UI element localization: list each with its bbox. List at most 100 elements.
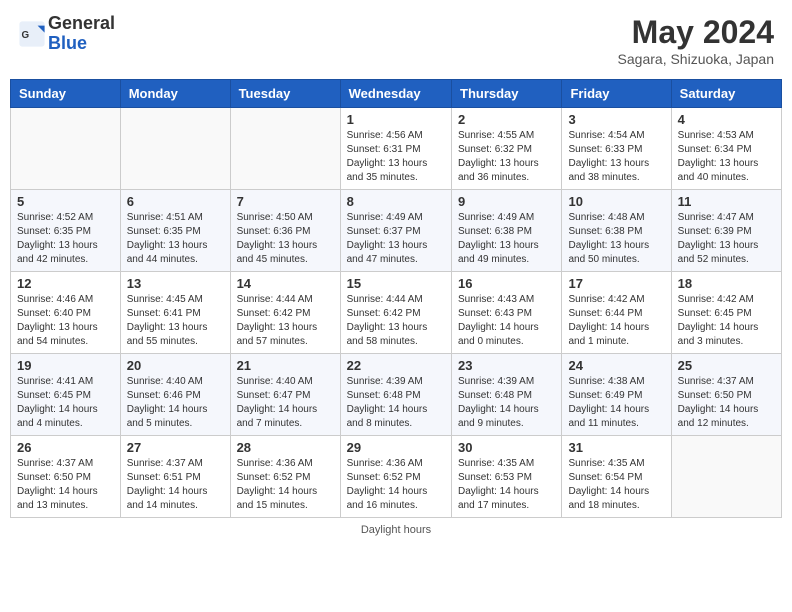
day-info: Sunrise: 4:40 AM Sunset: 6:46 PM Dayligh… [127,375,224,431]
day-header-friday: Friday [562,80,671,108]
day-number: 22 [347,358,445,373]
day-number: 31 [568,440,664,455]
calendar-cell: 2 Sunrise: 4:55 AM Sunset: 6:32 PM Daylig… [452,108,562,190]
logo-blue: Blue [48,33,87,53]
calendar-cell: 4 Sunrise: 4:53 AM Sunset: 6:34 PM Daylig… [671,108,781,190]
calendar-week-row: 12 Sunrise: 4:46 AM Sunset: 6:40 PM Dayli… [11,272,782,354]
day-number: 4 [678,112,775,127]
day-number: 23 [458,358,555,373]
calendar-table: SundayMondayTuesdayWednesdayThursdayFrid… [10,79,782,518]
day-info: Sunrise: 4:39 AM Sunset: 6:48 PM Dayligh… [458,375,555,431]
calendar-cell [671,436,781,518]
day-info: Sunrise: 4:50 AM Sunset: 6:36 PM Dayligh… [237,211,334,267]
day-number: 13 [127,276,224,291]
main-title: May 2024 [618,14,774,51]
calendar-cell: 21Sunrise: 4:40 AM Sunset: 6:47 PM Dayli… [230,354,340,436]
calendar-cell: 28 Sunrise: 4:36 AM Sunset: 6:52 PM Dayli… [230,436,340,518]
day-info: Sunrise: 4:53 AM Sunset: 6:34 PM Dayligh… [678,129,775,185]
day-number: 16 [458,276,555,291]
calendar-cell: 29 Sunrise: 4:36 AM Sunset: 6:52 PM Dayli… [340,436,451,518]
logo: G General Blue [18,14,115,54]
day-number: 28 [237,440,334,455]
day-number: 17 [568,276,664,291]
day-header-tuesday: Tuesday [230,80,340,108]
day-number: 18 [678,276,775,291]
calendar-cell: 15Sunrise: 4:44 AM Sunset: 6:42 PM Dayli… [340,272,451,354]
day-info: Sunrise: 4:36 AM Sunset: 6:52 PM Dayligh… [237,457,334,513]
day-header-wednesday: Wednesday [340,80,451,108]
svg-text:G: G [22,30,30,41]
subtitle: Sagara, Shizuoka, Japan [618,51,774,67]
calendar-cell: 16 Sunrise: 4:43 AM Sunset: 6:43 PM Dayli… [452,272,562,354]
day-number: 1 [347,112,445,127]
day-info: Sunrise: 4:37 AM Sunset: 6:50 PM Dayligh… [17,457,114,513]
day-number: 3 [568,112,664,127]
day-info: Sunrise: 4:45 AM Sunset: 6:41 PM Dayligh… [127,293,224,349]
day-info: Sunrise: 4:35 AM Sunset: 6:54 PM Dayligh… [568,457,664,513]
calendar-cell: 14 Sunrise: 4:44 AM Sunset: 6:42 PM Dayli… [230,272,340,354]
day-info: Sunrise: 4:40 AM Sunset: 6:47 PM Dayligh… [237,375,334,431]
day-number: 24 [568,358,664,373]
day-number: 12 [17,276,114,291]
day-info: Sunrise: 4:44 AM Sunset: 6:42 PM Dayligh… [237,293,334,349]
day-info: Sunrise: 4:51 AM Sunset: 6:35 PM Dayligh… [127,211,224,267]
calendar-cell: 9 Sunrise: 4:49 AM Sunset: 6:38 PM Daylig… [452,190,562,272]
day-info: Sunrise: 4:46 AM Sunset: 6:40 PM Dayligh… [17,293,114,349]
calendar-week-row: 19 Sunrise: 4:41 AM Sunset: 6:45 PM Dayli… [11,354,782,436]
day-header-saturday: Saturday [671,80,781,108]
calendar-cell: 26 Sunrise: 4:37 AM Sunset: 6:50 PM Dayli… [11,436,121,518]
calendar-cell: 24 Sunrise: 4:38 AM Sunset: 6:49 PM Dayli… [562,354,671,436]
calendar-footer: Daylight hours [10,524,782,536]
day-header-sunday: Sunday [11,80,121,108]
calendar-cell [11,108,121,190]
calendar-cell: 10Sunrise: 4:48 AM Sunset: 6:38 PM Dayli… [562,190,671,272]
calendar-cell: 17 Sunrise: 4:42 AM Sunset: 6:44 PM Dayli… [562,272,671,354]
day-number: 20 [127,358,224,373]
day-info: Sunrise: 4:47 AM Sunset: 6:39 PM Dayligh… [678,211,775,267]
day-info: Sunrise: 4:52 AM Sunset: 6:35 PM Dayligh… [17,211,114,267]
day-info: Sunrise: 4:36 AM Sunset: 6:52 PM Dayligh… [347,457,445,513]
day-info: Sunrise: 4:56 AM Sunset: 6:31 PM Dayligh… [347,129,445,185]
day-info: Sunrise: 4:44 AM Sunset: 6:42 PM Dayligh… [347,293,445,349]
day-number: 25 [678,358,775,373]
day-number: 6 [127,194,224,209]
day-info: Sunrise: 4:54 AM Sunset: 6:33 PM Dayligh… [568,129,664,185]
day-info: Sunrise: 4:49 AM Sunset: 6:37 PM Dayligh… [347,211,445,267]
day-info: Sunrise: 4:37 AM Sunset: 6:50 PM Dayligh… [678,375,775,431]
logo-general: General [48,13,115,33]
calendar-cell [230,108,340,190]
day-number: 14 [237,276,334,291]
day-number: 5 [17,194,114,209]
day-number: 7 [237,194,334,209]
day-number: 9 [458,194,555,209]
day-info: Sunrise: 4:49 AM Sunset: 6:38 PM Dayligh… [458,211,555,267]
calendar-week-row: 5 Sunrise: 4:52 AM Sunset: 6:35 PM Daylig… [11,190,782,272]
calendar-cell: 18Sunrise: 4:42 AM Sunset: 6:45 PM Dayli… [671,272,781,354]
day-number: 29 [347,440,445,455]
day-number: 26 [17,440,114,455]
logo-icon: G [18,20,46,48]
calendar-week-row: 1 Sunrise: 4:56 AM Sunset: 6:31 PM Daylig… [11,108,782,190]
calendar-cell: 6 Sunrise: 4:51 AM Sunset: 6:35 PM Daylig… [120,190,230,272]
title-section: May 2024 Sagara, Shizuoka, Japan [618,14,774,67]
calendar-cell: 22Sunrise: 4:39 AM Sunset: 6:48 PM Dayli… [340,354,451,436]
day-info: Sunrise: 4:41 AM Sunset: 6:45 PM Dayligh… [17,375,114,431]
day-number: 19 [17,358,114,373]
day-info: Sunrise: 4:37 AM Sunset: 6:51 PM Dayligh… [127,457,224,513]
calendar-cell: 1 Sunrise: 4:56 AM Sunset: 6:31 PM Daylig… [340,108,451,190]
day-info: Sunrise: 4:43 AM Sunset: 6:43 PM Dayligh… [458,293,555,349]
day-info: Sunrise: 4:55 AM Sunset: 6:32 PM Dayligh… [458,129,555,185]
day-info: Sunrise: 4:42 AM Sunset: 6:44 PM Dayligh… [568,293,664,349]
day-info: Sunrise: 4:38 AM Sunset: 6:49 PM Dayligh… [568,375,664,431]
calendar-week-row: 26 Sunrise: 4:37 AM Sunset: 6:50 PM Dayli… [11,436,782,518]
day-number: 2 [458,112,555,127]
page-header: G General Blue May 2024 Sagara, Shizuoka… [10,10,782,71]
day-number: 8 [347,194,445,209]
calendar-cell: 12 Sunrise: 4:46 AM Sunset: 6:40 PM Dayli… [11,272,121,354]
day-number: 27 [127,440,224,455]
daylight-label: Daylight hours [361,524,431,536]
calendar-cell: 31 Sunrise: 4:35 AM Sunset: 6:54 PM Dayli… [562,436,671,518]
calendar-cell: 13 Sunrise: 4:45 AM Sunset: 6:41 PM Dayli… [120,272,230,354]
calendar-cell: 23 Sunrise: 4:39 AM Sunset: 6:48 PM Dayli… [452,354,562,436]
day-info: Sunrise: 4:35 AM Sunset: 6:53 PM Dayligh… [458,457,555,513]
